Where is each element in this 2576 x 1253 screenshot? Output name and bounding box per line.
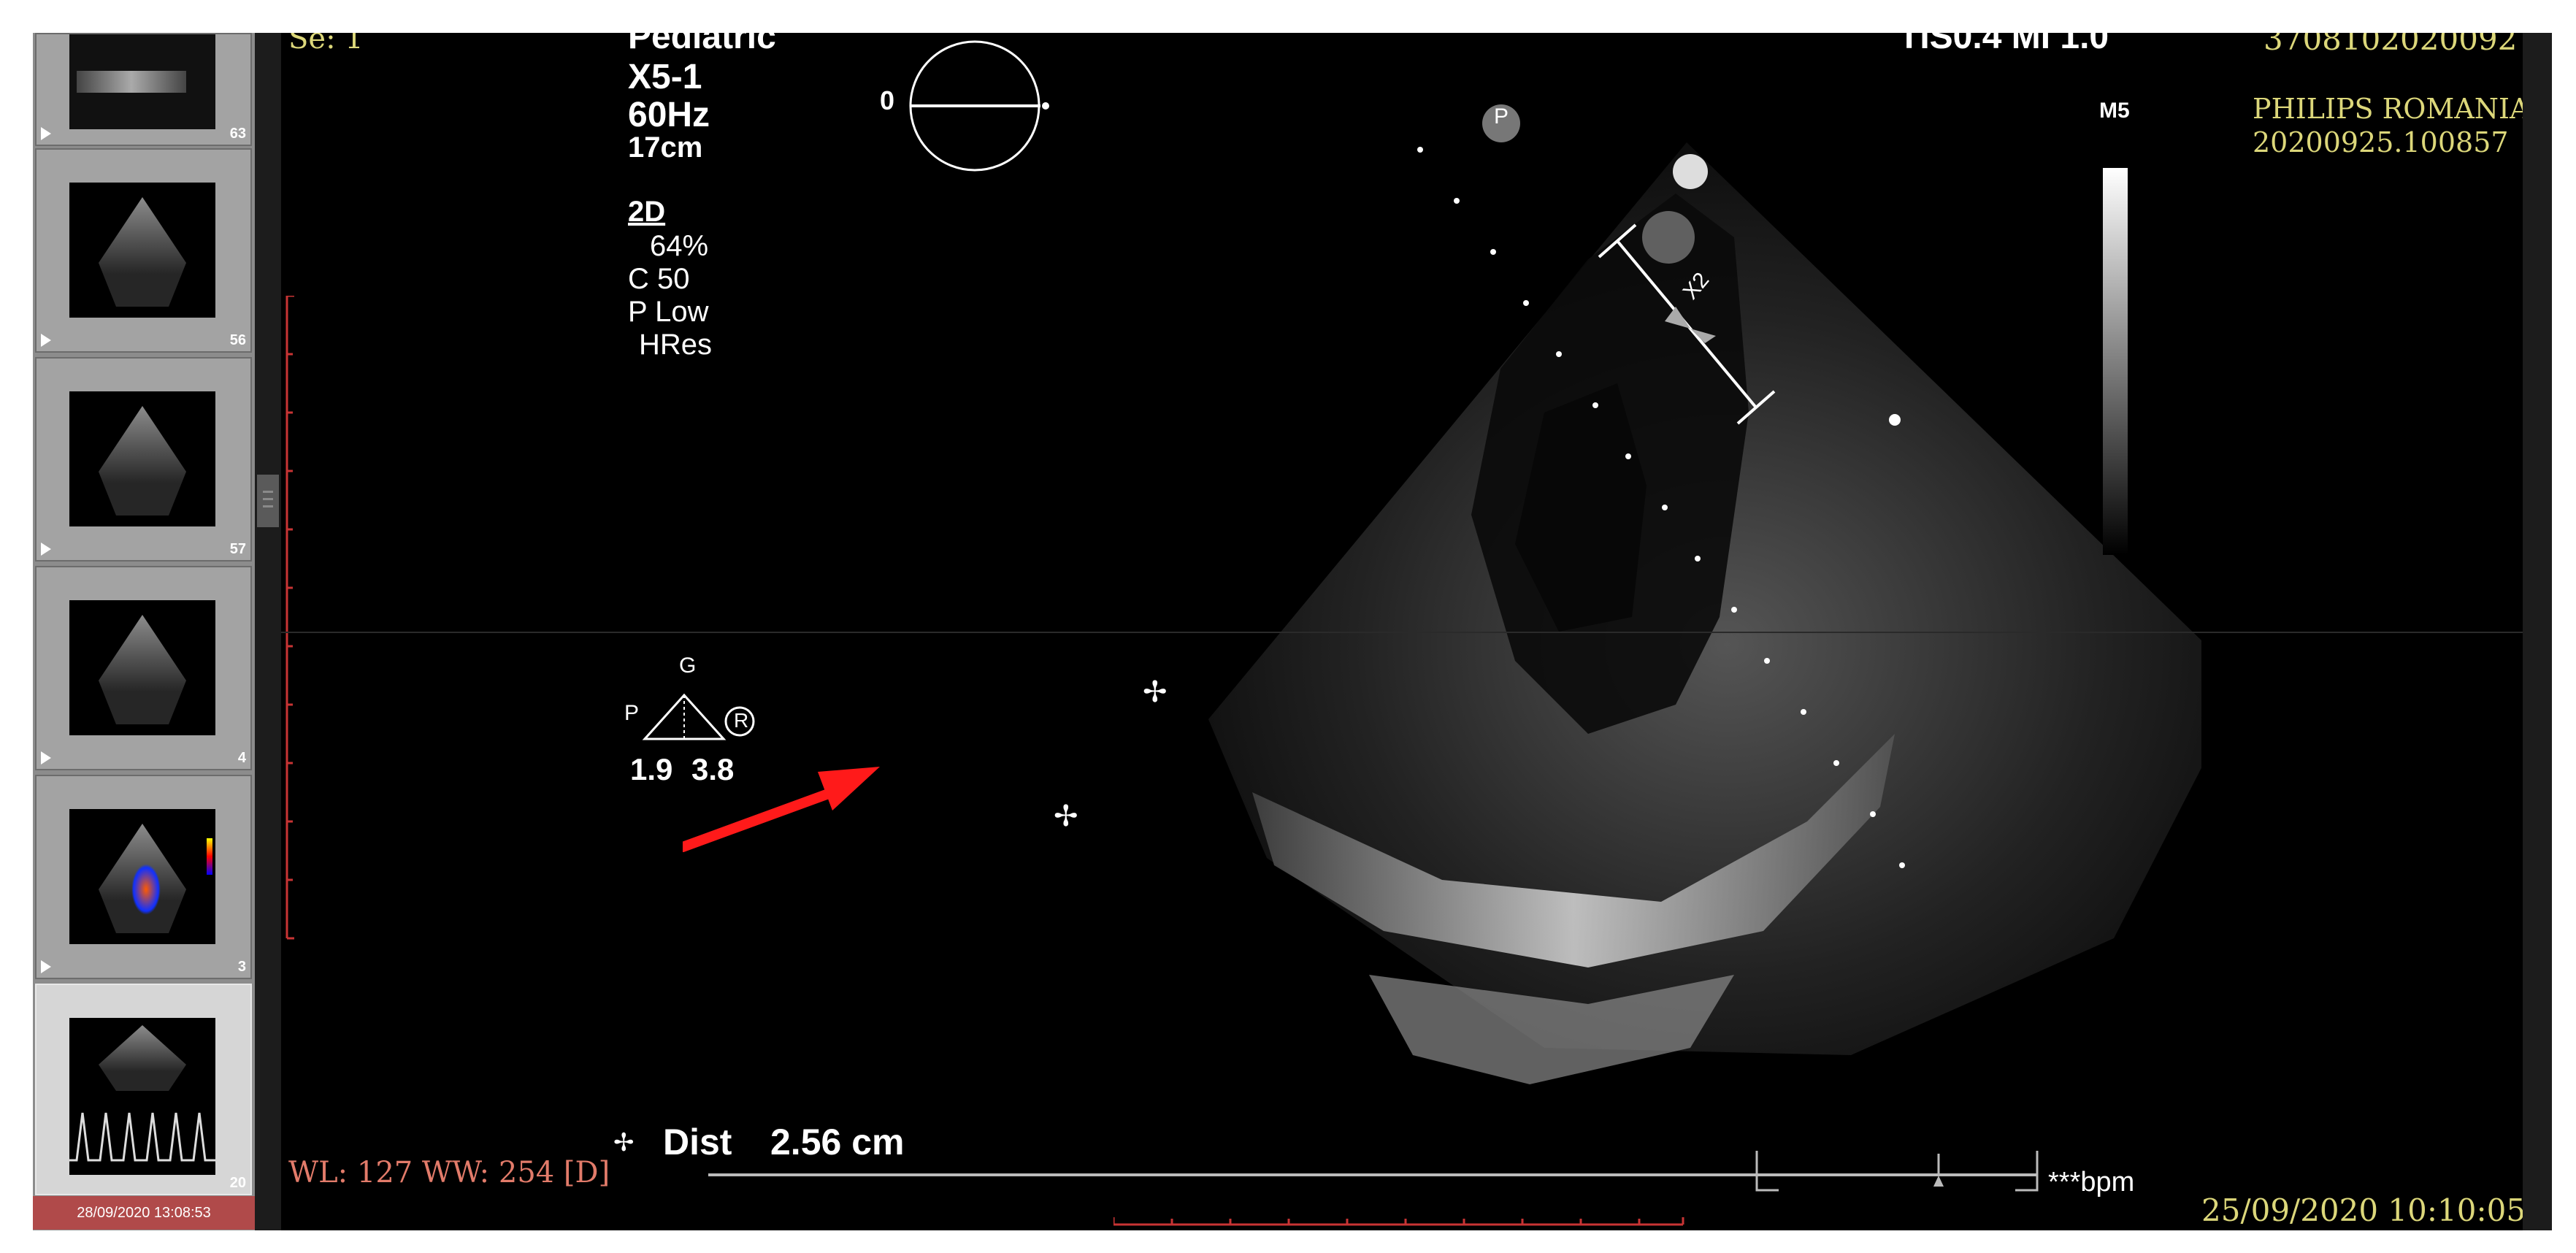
gain-label: 64% — [650, 230, 709, 262]
mode-label: 2D — [628, 196, 666, 228]
viewer-right-border — [2523, 33, 2552, 1230]
measurement-label: Dist — [663, 1122, 732, 1162]
frame-count: 57 — [229, 541, 246, 557]
probe-label: X5-1 — [628, 58, 702, 96]
study-id-label: 3708102020092 — [2263, 33, 2518, 57]
acquisition-datetime-label: 25/09/2020 10:10:05 — [2201, 1192, 2523, 1228]
frame-count: 56 — [229, 332, 246, 348]
series-thumbnail[interactable]: 4 — [35, 566, 252, 770]
compression-label: C 50 — [628, 263, 690, 295]
freq-low-label: 1.9 — [630, 752, 673, 786]
map-label: M5 — [2099, 99, 2130, 123]
frame-count: 20 — [229, 1175, 246, 1191]
series-thumbnail[interactable]: 63 — [35, 33, 252, 146]
series-thumbnail[interactable]: 56 — [35, 148, 252, 353]
series-label: Se: 1 — [288, 33, 364, 55]
thumbnail-image — [69, 183, 215, 318]
series-thumbnail-selected[interactable]: 20 — [35, 984, 252, 1195]
play-icon — [41, 334, 51, 347]
preset-label: Pediatric — [628, 33, 776, 56]
frame-count: 3 — [237, 959, 246, 975]
frame-rate-label: 60Hz — [628, 96, 710, 134]
power-label: P Low — [628, 296, 709, 328]
play-icon — [41, 543, 51, 556]
annotation-arrow-icon[interactable] — [683, 719, 1194, 880]
play-icon — [41, 751, 51, 765]
measurement-marker-icon: ✢ — [613, 1129, 635, 1157]
window-level-label: WL: 127 WW: 254 [D] — [288, 1156, 610, 1189]
institution-label: PHILIPS ROMANIA — [2253, 93, 2523, 125]
dicom-viewer-window: 63 56 57 4 3 20 28/09/2020 13:08:53 Se: … — [0, 0, 2576, 1253]
series-thumbnail[interactable]: 57 — [35, 357, 252, 562]
probe-marker-icon: P — [1482, 104, 1520, 142]
vertical-ruler — [285, 296, 294, 940]
cine-marker-bracket[interactable] — [1752, 1146, 2044, 1205]
thumbnail-image — [69, 34, 215, 129]
thumbnail-date: 28/09/2020 13:08:53 — [33, 1196, 255, 1230]
thumbnail-image — [69, 809, 215, 944]
focus-p-label: P — [624, 701, 640, 725]
thumbnail-image — [69, 1018, 215, 1175]
horizontal-ruler — [1113, 1217, 1684, 1226]
orientation-zero-label: 0 — [880, 85, 895, 115]
guide-line — [281, 632, 2523, 633]
measurement-value: 2.56 cm — [770, 1122, 905, 1162]
frame-count: 4 — [237, 750, 246, 766]
resolution-label: HRes — [639, 329, 713, 361]
image-viewport[interactable]: Se: 1 Pediatric X5-1 60Hz 17cm 2D 64% C … — [281, 33, 2523, 1230]
bpm-label: ***bpm — [2048, 1167, 2135, 1198]
tis-mi-label: TIS0.4 MI 1.0 — [1898, 33, 2109, 56]
play-icon — [41, 960, 51, 973]
play-icon — [41, 127, 51, 140]
thumbnail-image — [69, 391, 215, 526]
zoom-marker-icon — [1598, 223, 1776, 425]
focus-g-label: G — [679, 654, 697, 678]
series-thumbnail-strip: 63 56 57 4 3 20 — [33, 33, 255, 1230]
splitter-handle[interactable] — [257, 475, 279, 527]
caliper-point-icon[interactable]: ✢ — [1143, 675, 1168, 709]
series-thumbnail[interactable]: 3 — [35, 775, 252, 979]
grayscale-bar — [2103, 168, 2128, 555]
orientation-circle-icon — [909, 40, 1049, 172]
depth-label: 17cm — [628, 131, 703, 164]
study-timestamp-label: 20200925.100857 — [2253, 126, 2509, 158]
frame-count: 63 — [229, 126, 246, 142]
panel-divider — [255, 33, 281, 1230]
thumbnail-image — [69, 600, 215, 735]
